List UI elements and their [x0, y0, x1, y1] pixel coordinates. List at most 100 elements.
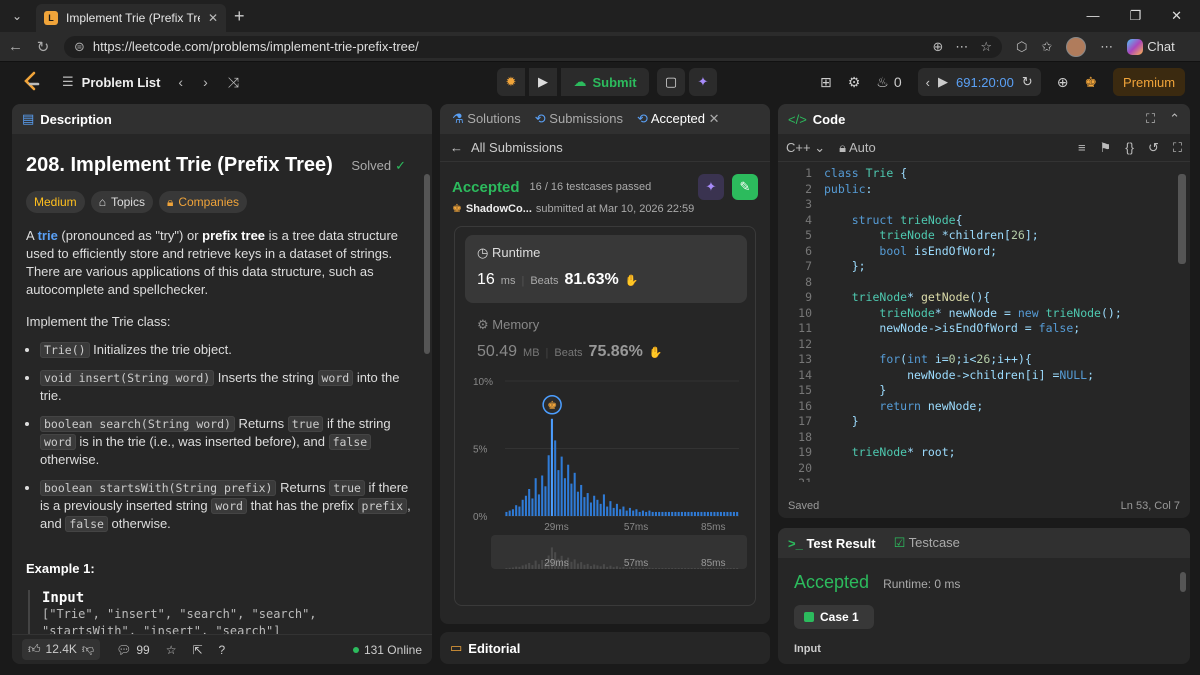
timer-widget[interactable]: ‹ ▶ 691:20:00 ↻ — [917, 68, 1041, 96]
settings-more-icon[interactable]: ⋯ — [1100, 39, 1113, 55]
fullscreen-icon[interactable]: ⛶ — [1173, 140, 1182, 156]
new-tab-icon[interactable]: + — [234, 6, 245, 27]
close-tab-icon[interactable]: ✕ — [709, 111, 720, 126]
layout-icon[interactable]: ⊞ — [820, 74, 832, 91]
editor-scrollbar[interactable] — [1178, 174, 1186, 264]
problem-title[interactable]: 208. Implement Trie (Prefix Tree) — [26, 154, 333, 177]
add-user-icon[interactable]: ⊕ — [1057, 74, 1069, 91]
tab-submissions[interactable]: ⟲ Submissions — [535, 111, 623, 127]
all-submissions-link[interactable]: ← All Submissions — [440, 134, 770, 162]
code-line[interactable]: 10 trieNode* newNode = new trieNode(); — [778, 306, 1190, 322]
tab-list-button[interactable]: ⌄ — [4, 5, 30, 27]
code-line[interactable]: 6 bool isEndOfWord; — [778, 244, 1190, 260]
code-line[interactable]: 8 — [778, 275, 1190, 291]
topics-tag[interactable]: ⌂ Topics — [90, 191, 153, 213]
code-tab[interactable]: </> Code ⛶ ⌃ — [778, 104, 1190, 134]
zoom-icon[interactable]: ⊕ — [932, 39, 943, 55]
prev-problem-icon[interactable]: ‹ — [178, 74, 183, 91]
profile-avatar[interactable] — [1066, 36, 1087, 57]
tab-accepted[interactable]: ⟲ Accepted ✕ — [637, 111, 720, 127]
code-line[interactable]: 9 trieNode* getNode(){ — [778, 290, 1190, 306]
copilot-chat-button[interactable]: Chat — [1127, 38, 1175, 55]
star-icon[interactable]: ☆ — [166, 643, 177, 657]
code-editor[interactable]: 1 class Trie {2 public: 3 4 struct trieNode{… — [778, 162, 1190, 482]
maximize-icon[interactable]: ❐ — [1129, 8, 1141, 24]
undo-icon[interactable]: ↺ — [1148, 140, 1159, 156]
trie-link[interactable]: trie — [38, 228, 58, 243]
code-line[interactable]: 7 }; — [778, 259, 1190, 275]
submit-button[interactable]: ☁ Submit — [561, 68, 649, 96]
tab-testcase[interactable]: ☑ Testcase — [894, 535, 960, 551]
test-scrollbar[interactable] — [1180, 572, 1186, 592]
site-info-icon[interactable]: ⊜ — [74, 39, 85, 55]
gear-icon[interactable]: ⚙ — [848, 74, 861, 91]
bookmark-icon[interactable]: ⚑ — [1100, 140, 1112, 156]
description-scrollbar[interactable] — [424, 174, 430, 354]
leetcode-logo-icon[interactable] — [22, 71, 42, 93]
code-line[interactable]: 16 return newNode; — [778, 399, 1190, 415]
editorial-tab[interactable]: ▭ Editorial — [440, 632, 770, 664]
memory-card[interactable]: ⚙ Memory — [477, 317, 539, 333]
tab-test-result[interactable]: >_ Test Result — [788, 536, 876, 551]
runtime-distribution-chart[interactable]: 10% 5% 0% ♚ 29ms 57ms 85ms 29ms 57ms 85ms — [455, 377, 757, 607]
code-line[interactable]: 14 newNode->children[i] =NULL; — [778, 368, 1190, 384]
next-problem-icon[interactable]: › — [203, 74, 208, 91]
back-icon[interactable]: ← — [8, 38, 23, 55]
extensions-icon[interactable]: ⬡ — [1016, 39, 1027, 55]
run-button[interactable]: ▶ — [529, 68, 557, 96]
code-line[interactable]: 3 — [778, 197, 1190, 213]
tab-solutions[interactable]: ⚗ Solutions — [452, 111, 521, 127]
comments-button[interactable]: 💬︎ 99 — [116, 643, 150, 657]
case-1-tab[interactable]: Case 1 — [794, 605, 874, 629]
favorites-icon[interactable]: ✩ — [1041, 39, 1052, 55]
code-line[interactable]: 5 trieNode *children[26]; — [778, 228, 1190, 244]
premium-button[interactable]: Premium — [1113, 68, 1186, 96]
submitter-name[interactable]: ShadowCo... — [466, 203, 532, 215]
share-icon[interactable]: ⇱ — [192, 643, 202, 657]
thumbs-down-icon[interactable]: 👎︎ — [82, 642, 94, 657]
code-line[interactable]: 18 — [778, 430, 1190, 446]
companies-tag[interactable]: 🔒︎ Companies — [158, 191, 248, 213]
code-line[interactable]: 1 class Trie { — [778, 166, 1190, 182]
description-tab[interactable]: ▤ Description — [12, 104, 432, 134]
code-line[interactable]: 4 struct trieNode{ — [778, 213, 1190, 229]
browser-tab[interactable]: L Implement Trie (Prefix Tree) - Leet ✕ — [36, 4, 226, 32]
reload-icon[interactable]: ↻ — [36, 38, 50, 56]
code-line[interactable]: 2 public: — [778, 182, 1190, 198]
expand-icon[interactable]: ⛶ — [1146, 111, 1155, 127]
timer-reset-icon[interactable]: ↻ — [1022, 74, 1033, 90]
close-tab-icon[interactable]: ✕ — [208, 11, 218, 25]
debug-button[interactable]: ✹ — [497, 68, 525, 96]
user-avatar-icon[interactable]: ♚ — [1084, 74, 1097, 91]
code-line[interactable]: 12 — [778, 337, 1190, 353]
write-solution-button[interactable]: ✎ — [732, 174, 758, 200]
code-line[interactable]: 15 } — [778, 383, 1190, 399]
code-line[interactable]: 11 newNode->isEndOfWord = false; — [778, 321, 1190, 337]
streak-counter[interactable]: ♨ 0 — [876, 74, 901, 91]
url-field[interactable]: ⊜ https://leetcode.com/problems/implemen… — [64, 35, 1002, 58]
format-icon[interactable]: ≡ — [1078, 140, 1086, 156]
analyze-ai-button[interactable]: ✦ — [698, 174, 724, 200]
notes-button[interactable]: ▢ — [657, 68, 685, 96]
braces-icon[interactable]: {} — [1125, 140, 1134, 156]
ai-assist-button[interactable]: ✦ — [689, 68, 717, 96]
minimize-icon[interactable]: — — [1086, 8, 1099, 24]
more-tools-icon[interactable]: ⋯ — [955, 39, 968, 55]
code-line[interactable]: 21 — [778, 476, 1190, 482]
code-line[interactable]: 13 for(int i=0;i<26;i++){ — [778, 352, 1190, 368]
shuffle-icon[interactable]: ⤨ — [228, 74, 239, 91]
code-line[interactable]: 19 trieNode* root; — [778, 445, 1190, 461]
runtime-card[interactable]: ◷ Runtime 16 ms | Beats 81.63% ✋ — [465, 235, 747, 303]
collapse-icon[interactable]: ⌃ — [1169, 111, 1180, 127]
language-select[interactable]: C++ ⌄ — [786, 140, 825, 156]
problem-list-button[interactable]: ☰ Problem List — [62, 74, 160, 90]
like-button[interactable]: 👍︎ 12.4K 👎︎ — [22, 639, 101, 660]
auto-mode[interactable]: 🔒︎ Auto — [839, 140, 876, 156]
timer-collapse-icon[interactable]: ‹ — [926, 75, 930, 90]
favorite-star-icon[interactable]: ☆ — [980, 39, 992, 55]
help-icon[interactable]: ? — [219, 643, 226, 657]
code-line[interactable]: 17 } — [778, 414, 1190, 430]
timer-play-icon[interactable]: ▶ — [938, 74, 948, 90]
close-window-icon[interactable]: ✕ — [1171, 8, 1182, 24]
code-line[interactable]: 20 — [778, 461, 1190, 477]
